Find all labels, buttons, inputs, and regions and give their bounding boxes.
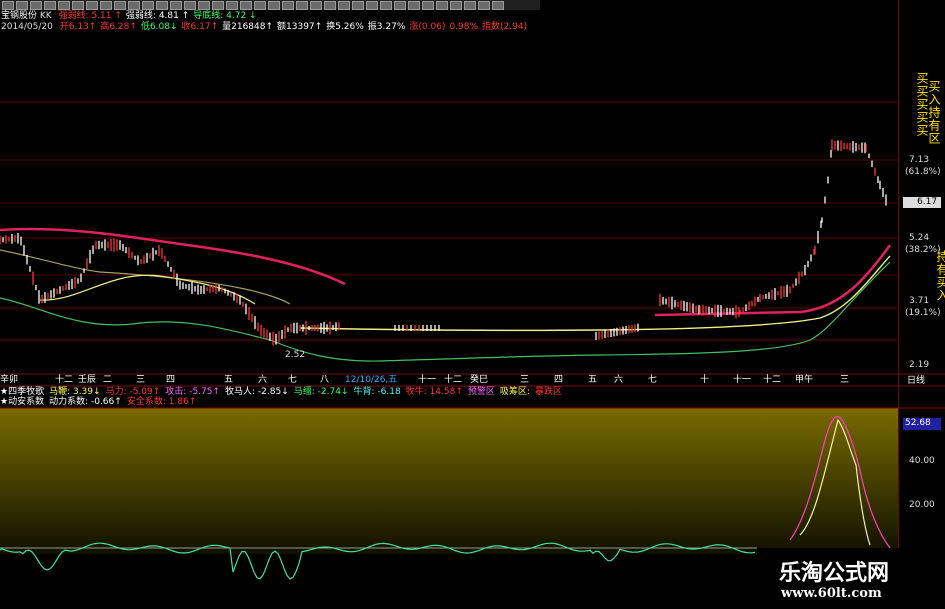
time-label-22: 三: [840, 375, 850, 385]
time-label-3: 二: [103, 375, 113, 385]
side-text-3: 持有买入: [935, 250, 945, 302]
ma-red-left: [0, 227, 346, 286]
trading-chart-window: 宝钢股份 KK 强弱线: 5.11 ↑ 强弱线: 4.81 ↑ 导底线: 4.72 …: [0, 0, 945, 609]
watermark-title: 乐淘公式网: [779, 561, 890, 586]
ind-row1-item-5: 马缰: -2.74↓: [293, 387, 349, 397]
time-label-16: 六: [614, 375, 624, 385]
ma-green: [0, 261, 891, 362]
time-label-10: 十一: [418, 375, 437, 385]
indicator-tick-2: 20.00: [909, 500, 935, 510]
ind-row1-item-6: 牛背: -6.18: [353, 387, 401, 397]
time-label-8: 七: [288, 375, 298, 385]
time-label-13: 三: [520, 375, 530, 385]
indicator-highlight: 52.68: [905, 418, 931, 428]
ind-row2-item-1: 动力系数: -0.66↑: [49, 397, 122, 407]
indicator-value-box: 52.68: [903, 418, 941, 430]
cycle-label[interactable]: 日线: [907, 376, 925, 387]
price-tick-1: 7.13: [909, 155, 930, 165]
price-tick-3: 3.71: [909, 296, 930, 306]
time-label-4: 三: [136, 375, 146, 385]
indicator-row-2: ★动安系数 动力系数: -0.66↑ 安全系数: 1.86↑: [0, 397, 201, 408]
time-label-17: 七: [648, 375, 658, 385]
ind-row1-item-4: 牧马人: -2.85↓: [225, 387, 289, 397]
time-label-2: 壬辰: [78, 375, 97, 385]
ind-row2-item-2: 安全系数: 1.86↑: [126, 397, 197, 407]
ind-row1-item-3: 攻击: -5.75↑: [165, 387, 221, 397]
watermark: 乐淘公式网 www.60lt.com: [757, 548, 945, 609]
low-marker: 2.52: [285, 350, 306, 360]
time-label-0: 辛卯: [0, 375, 19, 385]
ind-row1-item-10: 暴跌区: [534, 387, 562, 397]
indicator-tick-1: 40.00: [909, 456, 935, 466]
ind-row1-item-7: 牧牛: 14.58↑: [405, 387, 463, 397]
time-label-18: 十: [700, 375, 710, 385]
time-label-12: 癸巳: [470, 375, 489, 385]
ind-row1-item-9: 吸筹区:: [499, 387, 530, 397]
indicator-panel-bg: [0, 408, 898, 554]
ma-olive: [0, 249, 291, 305]
time-label-9: 八: [320, 375, 330, 385]
price-chart[interactable]: [0, 0, 945, 609]
time-label-5: 四: [166, 375, 176, 385]
time-label-7: 六: [258, 375, 268, 385]
watermark-url: www.60lt.com: [781, 586, 882, 601]
candlesticks: [0, 139, 887, 346]
current-price-box: 6.17: [903, 197, 941, 208]
date-marker: 12/10/26,五: [345, 375, 398, 385]
ind-row1-item-1: 马鞭: 3.39↓: [49, 387, 101, 397]
time-label-1: 十二: [55, 375, 74, 385]
price-tick-2: 5.24: [909, 233, 930, 243]
time-label-21: 甲午: [795, 375, 814, 385]
ind-row1-item-8: 预警区: [467, 387, 495, 397]
price-tick-4: 2.19: [909, 360, 930, 370]
price-tick-1-pct: (61.8%): [905, 167, 941, 177]
time-label-19: 十一: [733, 375, 752, 385]
current-price: 6.17: [917, 197, 938, 207]
time-label-20: 十二: [763, 375, 782, 385]
ind-row1-item-2: 马力: -5.09↑: [105, 387, 161, 397]
ind-row1-item-0: ★四季牧歌: [0, 387, 45, 397]
side-text-2: 买入持有区: [927, 80, 941, 145]
time-label-15: 五: [588, 375, 598, 385]
time-label-6: 五: [224, 375, 234, 385]
time-label-11: 十二: [444, 375, 463, 385]
ind-row2-item-0: ★动安系数: [0, 397, 45, 407]
price-tick-3-pct: (19.1%): [905, 308, 941, 318]
price-grid: [0, 101, 898, 341]
time-label-14: 四: [554, 375, 564, 385]
ma-yellow-right: [299, 255, 891, 332]
